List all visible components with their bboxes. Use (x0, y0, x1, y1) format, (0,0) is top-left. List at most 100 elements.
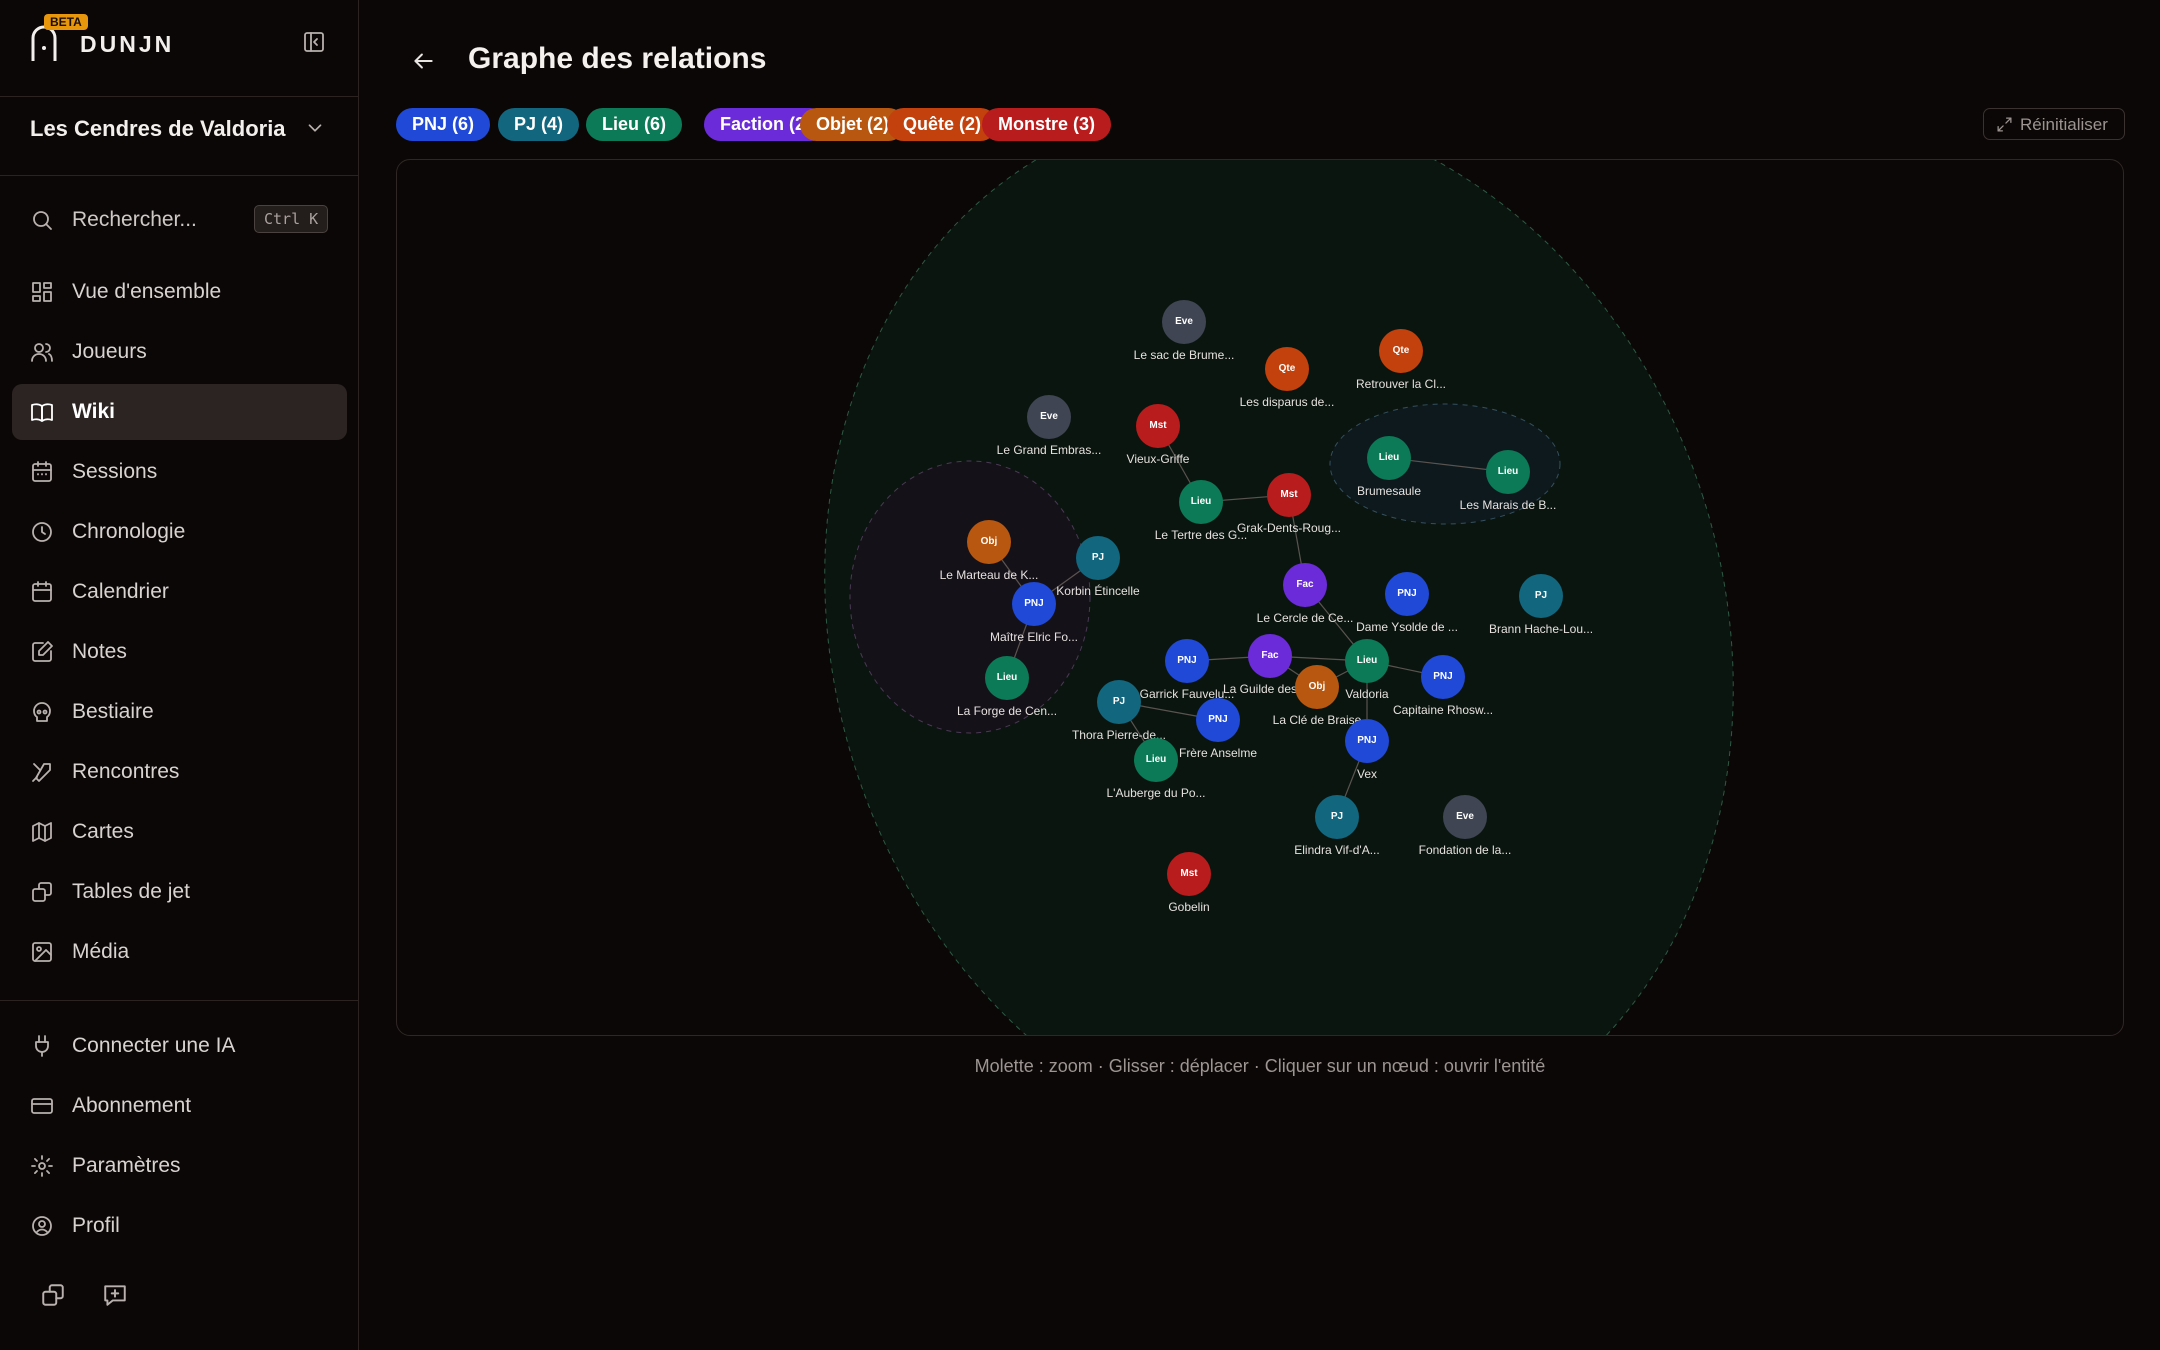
sidebar-item-label: Média (72, 940, 130, 963)
node-type-badge: Mst (1136, 404, 1180, 448)
app-logo[interactable]: BETA DUNJN (30, 14, 330, 70)
filter-chip[interactable]: Quête (2) (887, 108, 998, 141)
node-type-badge: Qte (1379, 329, 1423, 373)
feedback-icon[interactable] (102, 1282, 128, 1308)
sidebar-item-wiki[interactable]: Wiki (12, 384, 347, 440)
sidebar-item-profil[interactable]: Profil (12, 1198, 347, 1254)
sidebar-item-calendrier[interactable]: Calendrier (12, 564, 347, 620)
search-shortcut: Ctrl K (254, 205, 329, 233)
sidebar-item-connecter-une-ia[interactable]: Connecter une IA (12, 1018, 347, 1074)
node-type-badge: Obj (1295, 665, 1339, 709)
chevron-down-icon (308, 124, 322, 132)
sidebar-item-label: Abonnement (72, 1094, 192, 1117)
search-icon (33, 211, 52, 230)
node-label: Fondation de la... (1418, 843, 1512, 857)
sidebar-item-label: Cartes (72, 820, 134, 843)
node-type-badge: PNJ (1165, 639, 1209, 683)
sidebar-item-parametres[interactable]: Paramètres (12, 1138, 347, 1194)
node-type-badge: PNJ (1196, 698, 1240, 742)
node-type-badge: PJ (1519, 574, 1563, 618)
profile-icon (32, 1216, 52, 1236)
node-label: Vex (1356, 767, 1377, 781)
expand-icon (1997, 117, 2012, 132)
node-type-badge: Eve (1443, 795, 1487, 839)
clock-icon (32, 522, 52, 542)
sidebar-item-label: Tables de jet (72, 880, 190, 903)
node-type-badge: PJ (1076, 536, 1120, 580)
dice-icon[interactable] (40, 1282, 66, 1308)
campaign-selector[interactable]: Les Cendres de Valdoria (0, 96, 359, 176)
node-type-badge: Mst (1267, 473, 1311, 517)
dice-icon (32, 882, 52, 902)
sidebar-divider (0, 1000, 359, 1001)
sidebar-collapse-icon[interactable] (302, 30, 326, 54)
node-type-badge: Obj (967, 520, 1011, 564)
node-label: Le sac de Brume... (1133, 348, 1235, 362)
node-type-badge: Fac (1248, 634, 1292, 678)
node-label: Thora Pierre-de... (1071, 728, 1167, 742)
search-button[interactable]: Rechercher... Ctrl K (30, 203, 330, 237)
grid-icon (32, 282, 52, 302)
filter-chip[interactable]: Lieu (6) (586, 108, 683, 141)
sidebar-item-label: Connecter une IA (72, 1034, 236, 1057)
image-icon (32, 942, 52, 962)
card-icon (31, 1098, 53, 1114)
node-type-badge: Eve (1162, 300, 1206, 344)
node-label: L'Auberge du Po... (1106, 786, 1206, 800)
node-type-badge: Lieu (1179, 480, 1223, 524)
filter-chip[interactable]: Monstre (3) (982, 108, 1112, 141)
sidebar-item-label: Paramètres (72, 1154, 181, 1177)
page-title: Graphe des relations (468, 42, 767, 75)
sidebar-item-label: Wiki (72, 400, 115, 423)
secondary-nav: Connecter une IA Abonnement Paramètres Prof… (12, 1018, 347, 1258)
swords-icon (32, 763, 51, 782)
reset-button[interactable]: Réinitialiser (1983, 108, 2125, 140)
node-label: Brumesaule (1356, 484, 1422, 498)
node-type-badge: Lieu (1345, 639, 1389, 683)
node-type-badge: Lieu (1367, 436, 1411, 480)
relations-graph-canvas[interactable]: Eve Le sac de Brume... Qte Les disparus de.… (396, 159, 2124, 1036)
sidebar-item-cartes[interactable]: Cartes (12, 804, 347, 860)
sidebar-item-vue-d-ensemble[interactable]: Vue d'ensemble (12, 264, 347, 320)
reset-label: Réinitialiser (2020, 115, 2108, 134)
sidebar-item-label: Sessions (72, 460, 158, 483)
node-label: Maître Elric Fo... (989, 630, 1078, 644)
calendar-grid-icon (32, 461, 52, 482)
sidebar-item-sessions[interactable]: Sessions (12, 444, 347, 500)
sidebar-item-label: Profil (72, 1214, 120, 1237)
node-label: Le Marteau de K... (939, 568, 1039, 582)
node-label: Les disparus de... (1239, 395, 1335, 409)
node-type-badge: Lieu (1134, 738, 1178, 782)
sidebar-item-media[interactable]: Média (12, 924, 347, 980)
node-label: Retrouver la Cl... (1355, 377, 1447, 391)
map-icon (32, 822, 52, 842)
filter-chip[interactable]: PJ (4) (498, 108, 580, 141)
sidebar-item-rencontres[interactable]: Rencontres (12, 744, 347, 800)
node-label: Brann Hache-Lou... (1488, 622, 1594, 636)
plug-icon (35, 1035, 49, 1057)
node-label: La Clé de Braise (1272, 713, 1362, 727)
gear-icon (31, 1155, 53, 1177)
node-type-badge: Mst (1167, 852, 1211, 896)
main-nav: Vue d'ensemble Joueurs Wiki Sessions Chronol… (12, 264, 347, 984)
sidebar-item-notes[interactable]: Notes (12, 624, 347, 680)
beta-badge: BETA (44, 14, 88, 30)
notes-icon (32, 641, 53, 662)
sidebar-item-label: Vue d'ensemble (72, 280, 222, 303)
node-type-badge: PJ (1315, 795, 1359, 839)
calendar-icon (32, 581, 52, 602)
sidebar-item-tables-de-jet[interactable]: Tables de jet (12, 864, 347, 920)
node-type-badge: Eve (1027, 395, 1071, 439)
node-type-badge: Lieu (1486, 450, 1530, 494)
node-label: Les Marais de B... (1459, 498, 1557, 512)
filter-chip[interactable]: PNJ (6) (396, 108, 491, 141)
node-label: La Forge de Cen... (956, 704, 1058, 718)
sidebar-item-bestiaire[interactable]: Bestiaire (12, 684, 347, 740)
graph-hint: Molette : zoom · Glisser : déplacer · Cl… (974, 1056, 1546, 1076)
back-arrow-icon[interactable] (410, 48, 436, 74)
sidebar-item-joueurs[interactable]: Joueurs (12, 324, 347, 380)
sidebar-item-label: Calendrier (72, 580, 169, 603)
sidebar-item-abonnement[interactable]: Abonnement (12, 1078, 347, 1134)
node-type-badge: PNJ (1012, 582, 1056, 626)
sidebar-item-chronologie[interactable]: Chronologie (12, 504, 347, 560)
